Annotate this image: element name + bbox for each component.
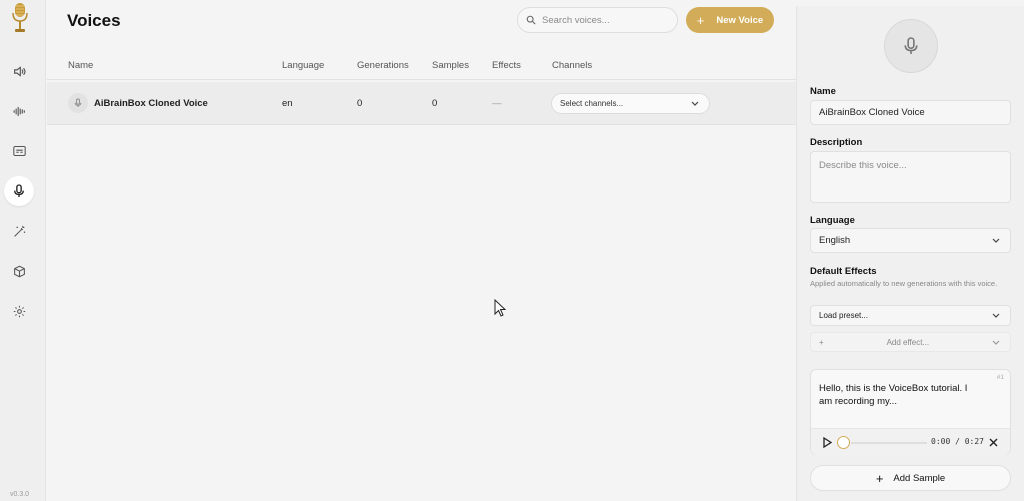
plus-icon: + <box>696 12 705 28</box>
close-icon[interactable] <box>989 438 998 447</box>
box-icon <box>13 265 25 277</box>
voice-avatar-large[interactable] <box>884 19 938 73</box>
voice-editor-panel: Name AiBrainBox Cloned Voice Description… <box>796 6 1024 501</box>
microphone-icon <box>74 98 82 107</box>
sample-number: #1 <box>996 374 1004 381</box>
voice-avatar <box>68 93 88 113</box>
page-title: Voices <box>67 11 121 30</box>
app-version: v0.3.0 <box>10 491 30 498</box>
search-box[interactable] <box>517 7 678 33</box>
captions-icon <box>12 146 26 156</box>
name-field[interactable]: AiBrainBox Cloned Voice <box>810 100 1011 125</box>
sidebar-item-models[interactable] <box>4 256 34 286</box>
voice-samples: 0 <box>432 98 438 109</box>
voices-main: Voices + New Voice Name Language Generat… <box>47 0 796 501</box>
waveform-icon <box>13 106 25 116</box>
add-effect-label: Add effect... <box>886 337 930 347</box>
language-label: Language <box>810 215 855 226</box>
new-voice-label: New Voice <box>716 14 764 26</box>
language-select-value: English <box>819 235 851 246</box>
sample-text: Hello, this is the VoiceBox tutorial. I … <box>819 383 968 407</box>
new-voice-button[interactable]: + New Voice <box>686 7 774 33</box>
name-label: Name <box>810 86 836 97</box>
description-label: Description <box>810 137 863 148</box>
mouse-cursor-icon <box>494 299 506 317</box>
plus-icon: + <box>875 470 884 486</box>
chevron-down-icon <box>691 101 699 106</box>
microphone-icon <box>14 184 24 197</box>
sample-card: #1 Hello, this is the VoiceBox tutorial.… <box>810 369 1011 455</box>
voice-effects: — <box>492 98 502 109</box>
default-effects-hint: Applied automatically to new generations… <box>810 279 998 288</box>
chevron-down-icon <box>992 238 1000 243</box>
sidebar-item-captions[interactable] <box>4 136 34 166</box>
table-header: Name Language Generations Samples Effect… <box>47 54 796 80</box>
magic-wand-icon <box>13 225 25 237</box>
default-effects-label: Default Effects <box>810 266 877 277</box>
voice-language: en <box>282 98 293 109</box>
progress-knob[interactable] <box>837 436 850 449</box>
column-header-generations[interactable]: Generations <box>357 60 409 71</box>
chevron-down-icon <box>992 340 1000 345</box>
language-select[interactable]: English <box>810 228 1011 253</box>
gear-icon <box>13 305 25 317</box>
sidebar: v0.3.0 <box>0 0 46 501</box>
golden-microphone-logo-icon <box>12 3 28 32</box>
play-icon[interactable] <box>823 437 832 448</box>
column-header-effects[interactable]: Effects <box>492 60 521 71</box>
audio-player: 0:00 / 0:27 <box>811 428 1010 455</box>
column-header-samples[interactable]: Samples <box>432 60 469 71</box>
plus-icon: + <box>819 337 824 347</box>
sidebar-item-effects[interactable] <box>4 216 34 246</box>
description-field[interactable]: Describe this voice... <box>810 151 1011 203</box>
playback-time: 0:00 / 0:27 <box>931 437 984 446</box>
sidebar-item-speech[interactable] <box>4 56 34 86</box>
add-sample-label: Add Sample <box>893 472 946 484</box>
voice-generations: 0 <box>357 98 363 109</box>
voice-name: AiBrainBox Cloned Voice <box>94 98 208 109</box>
column-header-name[interactable]: Name <box>68 60 93 71</box>
progress-track[interactable] <box>851 442 927 444</box>
add-sample-button[interactable]: + Add Sample <box>810 465 1011 491</box>
preset-select-value: Load preset... <box>819 311 868 320</box>
column-header-channels[interactable]: Channels <box>552 60 592 71</box>
channels-select[interactable]: Select channels... <box>551 93 710 114</box>
table-row[interactable]: AiBrainBox Cloned Voice en 0 0 — Select … <box>47 82 796 125</box>
search-input[interactable] <box>542 14 672 26</box>
sidebar-item-settings[interactable] <box>4 296 34 326</box>
chevron-down-icon <box>992 313 1000 318</box>
preset-select[interactable]: Load preset... <box>810 305 1011 326</box>
microphone-icon <box>904 37 918 54</box>
column-header-language[interactable]: Language <box>282 60 324 71</box>
search-icon <box>526 15 536 25</box>
sidebar-item-voices[interactable] <box>4 176 34 206</box>
sidebar-item-audio[interactable] <box>4 96 34 126</box>
speaker-icon <box>13 65 26 77</box>
channels-select-value: Select channels... <box>560 99 624 108</box>
add-effect-select[interactable]: + Add effect... <box>810 332 1011 352</box>
